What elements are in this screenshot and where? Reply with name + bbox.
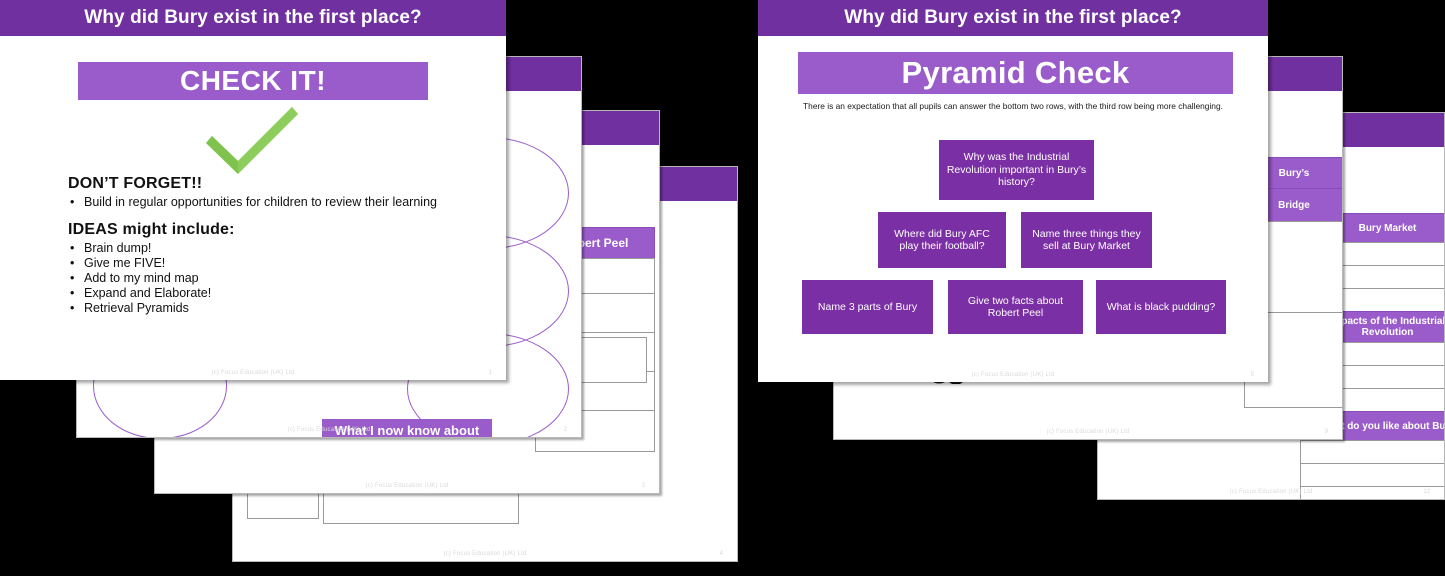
pyramid-box-label: Name three things they sell at Bury Mark… — [1032, 227, 1141, 253]
list-item: Build in regular opportunities for child… — [68, 195, 476, 210]
ideas-list: Brain dump! Give me FIVE! Add to my mind… — [68, 241, 476, 316]
slide-5-banner-label: Pyramid Check — [901, 55, 1130, 90]
slide-thumbnail-board: Bury Market Impacts of the Industrial Re… — [0, 0, 1445, 576]
table-header-label: Bury Market — [1358, 222, 1417, 234]
slide-5-title: Why did Bury exist in the first place? — [844, 7, 1182, 28]
slide-4-footer: (c) Focus Education (UK) Ltd — [443, 551, 527, 557]
dont-forget-heading: DON’T FORGET!! — [68, 175, 203, 192]
slide-5-banner: Pyramid Check — [798, 52, 1233, 94]
pyramid-box-row2-1[interactable]: Where did Bury AFC play their football? — [878, 212, 1006, 268]
pyramid-box-row3-3[interactable]: What is black pudding? — [1096, 280, 1226, 334]
slide-2-footer: (c) Focus Education (UK) Ltd — [287, 427, 371, 433]
slide-5-subtitle: There is an expectation that all pupils … — [803, 101, 1223, 111]
list-item: Add to my mind map — [68, 271, 476, 286]
slide-12-page-number: 12 — [1423, 489, 1430, 495]
pyramid-box-label: Where did Bury AFC play their football? — [894, 227, 990, 253]
slide-3-footer: (c) Focus Education (UK) Ltd — [365, 483, 449, 489]
pyramid-box-label: What is black pudding? — [1106, 300, 1216, 313]
pyramid-box-row2-2[interactable]: Name three things they sell at Bury Mark… — [1021, 212, 1152, 268]
slide-1-footer: (c) Focus Education (UK) Ltd — [211, 370, 295, 376]
check-mark-icon — [206, 107, 298, 174]
slide-12-footer: (c) Focus Education (UK) Ltd — [1229, 489, 1313, 495]
slide-5-page-number: 5 — [1250, 372, 1254, 378]
slide-3-page-number: 3 — [641, 483, 645, 489]
table-header-label: Bridge — [1278, 199, 1310, 211]
slide-card-1[interactable]: Why did Bury exist in the first place? C… — [0, 0, 506, 380]
ideas-heading: IDEAS might include: — [68, 221, 235, 238]
table-row — [1300, 463, 1444, 487]
pyramid-box-label: Name 3 parts of Bury — [817, 300, 918, 313]
slide-1-title: Why did Bury exist in the first place? — [84, 7, 422, 28]
slide-9-footer: (c) Focus Education (UK) Ltd — [1046, 429, 1130, 435]
table-header-label: Bury’s — [1278, 167, 1310, 179]
slide-5-header-bar: Why did Bury exist in the first place? — [758, 0, 1268, 36]
list-item: Brain dump! — [68, 241, 476, 256]
slide-card-5[interactable]: Why did Bury exist in the first place? P… — [758, 0, 1268, 382]
dont-forget-list: Build in regular opportunities for child… — [68, 195, 476, 210]
slide-1-banner: CHECK IT! — [78, 62, 428, 100]
slide-1-banner-label: CHECK IT! — [179, 65, 327, 96]
slide-9-page-number: 9 — [1324, 429, 1328, 435]
list-item: Retrieval Pyramids — [68, 301, 476, 316]
slide-2-page-number: 2 — [563, 427, 567, 433]
slide-5-footer: (c) Focus Education (UK) Ltd — [971, 372, 1055, 378]
pyramid-box-row3-1[interactable]: Name 3 parts of Bury — [802, 280, 933, 334]
list-item: Expand and Elaborate! — [68, 286, 476, 301]
slide-1-content: DON’T FORGET!! Build in regular opportun… — [68, 175, 476, 316]
pyramid-box-label: Give two facts about Robert Peel — [967, 294, 1064, 320]
slide-4-page-number: 4 — [719, 551, 723, 557]
pyramid-box-label: Why was the Industrial Revolution import… — [946, 151, 1087, 189]
pyramid-box-row3-2[interactable]: Give two facts about Robert Peel — [948, 280, 1083, 334]
list-item: Give me FIVE! — [68, 256, 476, 271]
pyramid-box-row1-1[interactable]: Why was the Industrial Revolution import… — [939, 140, 1094, 200]
table-row — [1300, 440, 1444, 464]
slide-1-page-number: 1 — [488, 370, 492, 376]
slide-1-header-bar: Why did Bury exist in the first place? — [0, 0, 506, 36]
